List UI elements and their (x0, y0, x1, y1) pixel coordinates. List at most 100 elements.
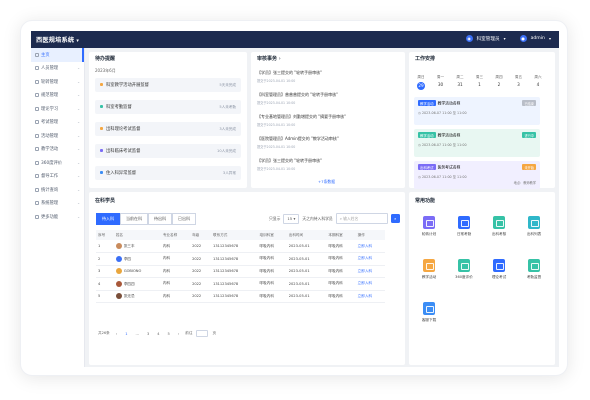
menu-icon (35, 79, 39, 84)
schedule-item[interactable]: 教学活动 教学活动名称 已结束 ◷ 2023-06-07 11:00 至 11:00 (414, 97, 540, 125)
roster-tab[interactable]: 当前在科 (120, 213, 148, 225)
sidebar-item[interactable]: 活动管理 ⌄ (31, 129, 84, 143)
sidebar-item-label-wrap: 理论学习 (35, 106, 58, 112)
week-day[interactable]: 周一 30 (434, 75, 448, 87)
week-day-number: 4 (536, 82, 540, 87)
chevron-down-icon: ⌄ (77, 174, 80, 179)
menu-icon (35, 214, 39, 219)
chevron-down-icon: ▾ (76, 38, 80, 44)
review-item[interactable]: 【医院管理员】Admin提交的 "教学活动审核" 提交于2023-04-01 10… (257, 136, 397, 149)
review-item-date: 提交于2023-04-01 10:00 (257, 144, 296, 149)
review-item[interactable]: 【专业基地管理员】刘勤增提交的 "摘要手册审核" 提交于2023-04-01 10… (257, 114, 397, 127)
review-more-link[interactable]: +7条数据 (318, 179, 335, 185)
sidebar-item[interactable]: 督导工作 ⌄ (31, 170, 84, 184)
pager-page[interactable]: 4 (155, 331, 161, 336)
cell-op[interactable]: 立即入科 (355, 252, 385, 266)
review-item-date: 提交于2023-04-01 10:00 (257, 100, 296, 105)
cell-op[interactable]: 立即入科 (355, 265, 385, 278)
sidebar-item[interactable]: 统计查询 ⌄ (31, 183, 84, 197)
function-shortcut[interactable]: 理论考试 (484, 259, 514, 280)
sidebar-item[interactable]: 考试管理 ⌄ (31, 116, 84, 130)
review-item-title: 【学员】张三提交的 "轮转手册审核" (257, 70, 322, 75)
todo-item[interactable]: 住入科异常监督 3人异常 (95, 166, 241, 180)
function-shortcut[interactable]: 轮转计划 (414, 216, 444, 237)
week-day[interactable]: 周六 4 (531, 75, 545, 87)
week-day[interactable]: 周五 3 (512, 75, 526, 87)
function-shortcut[interactable]: 教学活动 (414, 259, 444, 280)
cell-text: 内科 (162, 256, 170, 261)
column-header: 年级 (190, 230, 212, 240)
sidebar-item[interactable]: 理论学习 ⌄ (31, 102, 84, 116)
function-shortcut[interactable]: 客服下载 (414, 302, 444, 323)
cell-text: 张三丰 (123, 244, 135, 248)
review-title[interactable]: 审核事务 › (257, 55, 281, 62)
review-item-title: 【科室管理员】普普普提交的 "轮转手册审核" (257, 92, 338, 97)
pager-prev-icon[interactable]: ‹ (114, 331, 119, 336)
pager-page[interactable]: 5 (166, 331, 172, 336)
cell-op[interactable]: 立即入科 (355, 240, 385, 253)
cell-op[interactable]: 立即入科 (355, 277, 385, 291)
week-day[interactable]: 周三 1 (473, 75, 487, 87)
roster-tab[interactable]: 待出科 (148, 213, 172, 225)
todo-item[interactable]: 出科临床考试监督 10人未完成 (95, 144, 241, 158)
chevron-down-icon: ⌄ (77, 93, 80, 98)
menu-icon (35, 147, 39, 152)
pager-page[interactable]: 3 (145, 331, 151, 336)
sidebar-item[interactable]: 更多功能 ⌄ (31, 210, 84, 224)
function-label: 出科考核 (491, 232, 507, 236)
week-day-number: 31 (457, 82, 463, 87)
cell-text: 内科 (162, 268, 170, 273)
roster-tab[interactable]: 已出科 (172, 213, 196, 225)
todo-item[interactable]: 科室考勤监督 5人未考勤 (95, 100, 241, 114)
search-button[interactable]: ⌕ (390, 214, 400, 223)
cell-name: 李四四 (113, 277, 161, 291)
cell-text: 立即入科 (357, 268, 373, 273)
pager-goto-input[interactable] (196, 330, 209, 337)
todo-item[interactable]: 出科理论考试监督 3人未完成 (95, 122, 241, 136)
dept-switcher[interactable]: 科室管理员 (477, 36, 500, 42)
chevron-down-icon: ⌄ (77, 187, 80, 192)
review-item[interactable]: 【学员】张三提交的 "轮转手册审核" 提交于2023-04-01 10:00 (257, 70, 397, 83)
todo-item[interactable]: 科室教学活动开展监督 5天未完成 (95, 78, 241, 92)
cell-text: 内科 (162, 243, 170, 248)
sidebar-item-label: 活动管理 (41, 133, 59, 139)
sidebar-item-label: 督导工作 (41, 174, 59, 180)
week-day[interactable]: 周二 31 (453, 75, 467, 87)
sidebar-item[interactable]: 教学活动 ⌄ (31, 143, 84, 157)
week-day[interactable]: 周四 2 (492, 75, 506, 87)
function-icon (528, 216, 540, 229)
sidebar-item[interactable]: 规范管理 ⌄ (31, 89, 84, 103)
function-icon (458, 216, 470, 229)
pager-page[interactable]: ... (134, 331, 141, 336)
days-select[interactable]: 15 ▾ (283, 213, 300, 224)
search-icon: ⌕ (394, 216, 397, 221)
schedule-item[interactable]: 出科考试 医务考试名称 未开始 ◷ 2023-06-07 11:00 至 11:00 地… (414, 161, 540, 189)
sidebar-item[interactable]: 轮转管理 ⌄ (31, 75, 84, 89)
schedule-item-location: 地点：教师教学 (513, 181, 536, 185)
app-title[interactable]: 西医规培系统 ▾ (36, 35, 79, 44)
user-menu[interactable]: admin (531, 36, 545, 41)
function-shortcut[interactable]: 360度评价 (449, 259, 479, 280)
sidebar-item[interactable]: 主页 (31, 48, 84, 62)
todo-item-label: 出科理论考试监督 (106, 127, 141, 132)
function-shortcut[interactable]: 出科考核 (484, 216, 514, 237)
schedule-item[interactable]: 教学活动 教学活动名称 进行中 ◷ 2023-06-07 11:00 至 11:00 (414, 129, 540, 157)
function-shortcut[interactable]: 出科列表 (519, 216, 549, 237)
pager-page[interactable]: 1 (123, 331, 129, 336)
avatar (115, 293, 122, 300)
cell-no: 5 (96, 290, 114, 303)
function-shortcut[interactable]: 日常考勤 (449, 216, 479, 237)
cell-text: 4 (98, 281, 101, 286)
sidebar-item[interactable]: 360度评价 ⌄ (31, 156, 84, 170)
week-day[interactable]: 周日 29 (414, 75, 428, 90)
roster-tab[interactable]: 待入科 (96, 213, 120, 225)
sidebar-item[interactable]: 系统管理 ⌄ (31, 197, 84, 211)
cell-op[interactable]: 立即入科 (355, 290, 385, 303)
sidebar-item[interactable]: 人员管理 ⌄ (31, 62, 84, 76)
review-item[interactable]: 【科室管理员】普普普提交的 "轮转手册审核" 提交于2023-04-01 10:0… (257, 92, 397, 105)
review-item[interactable]: 【学员】张三提交的 "轮转手册审核" 提交于2023-04-01 10:00 (257, 158, 397, 171)
name-search-input[interactable]: ⌕ 输入姓名 (335, 213, 388, 224)
function-shortcut[interactable]: 考勤监督 (519, 259, 549, 280)
review-item-title: 【医院管理员】Admin提交的 "教学活动审核" (257, 136, 339, 141)
pager-next-icon[interactable]: › (176, 331, 181, 336)
